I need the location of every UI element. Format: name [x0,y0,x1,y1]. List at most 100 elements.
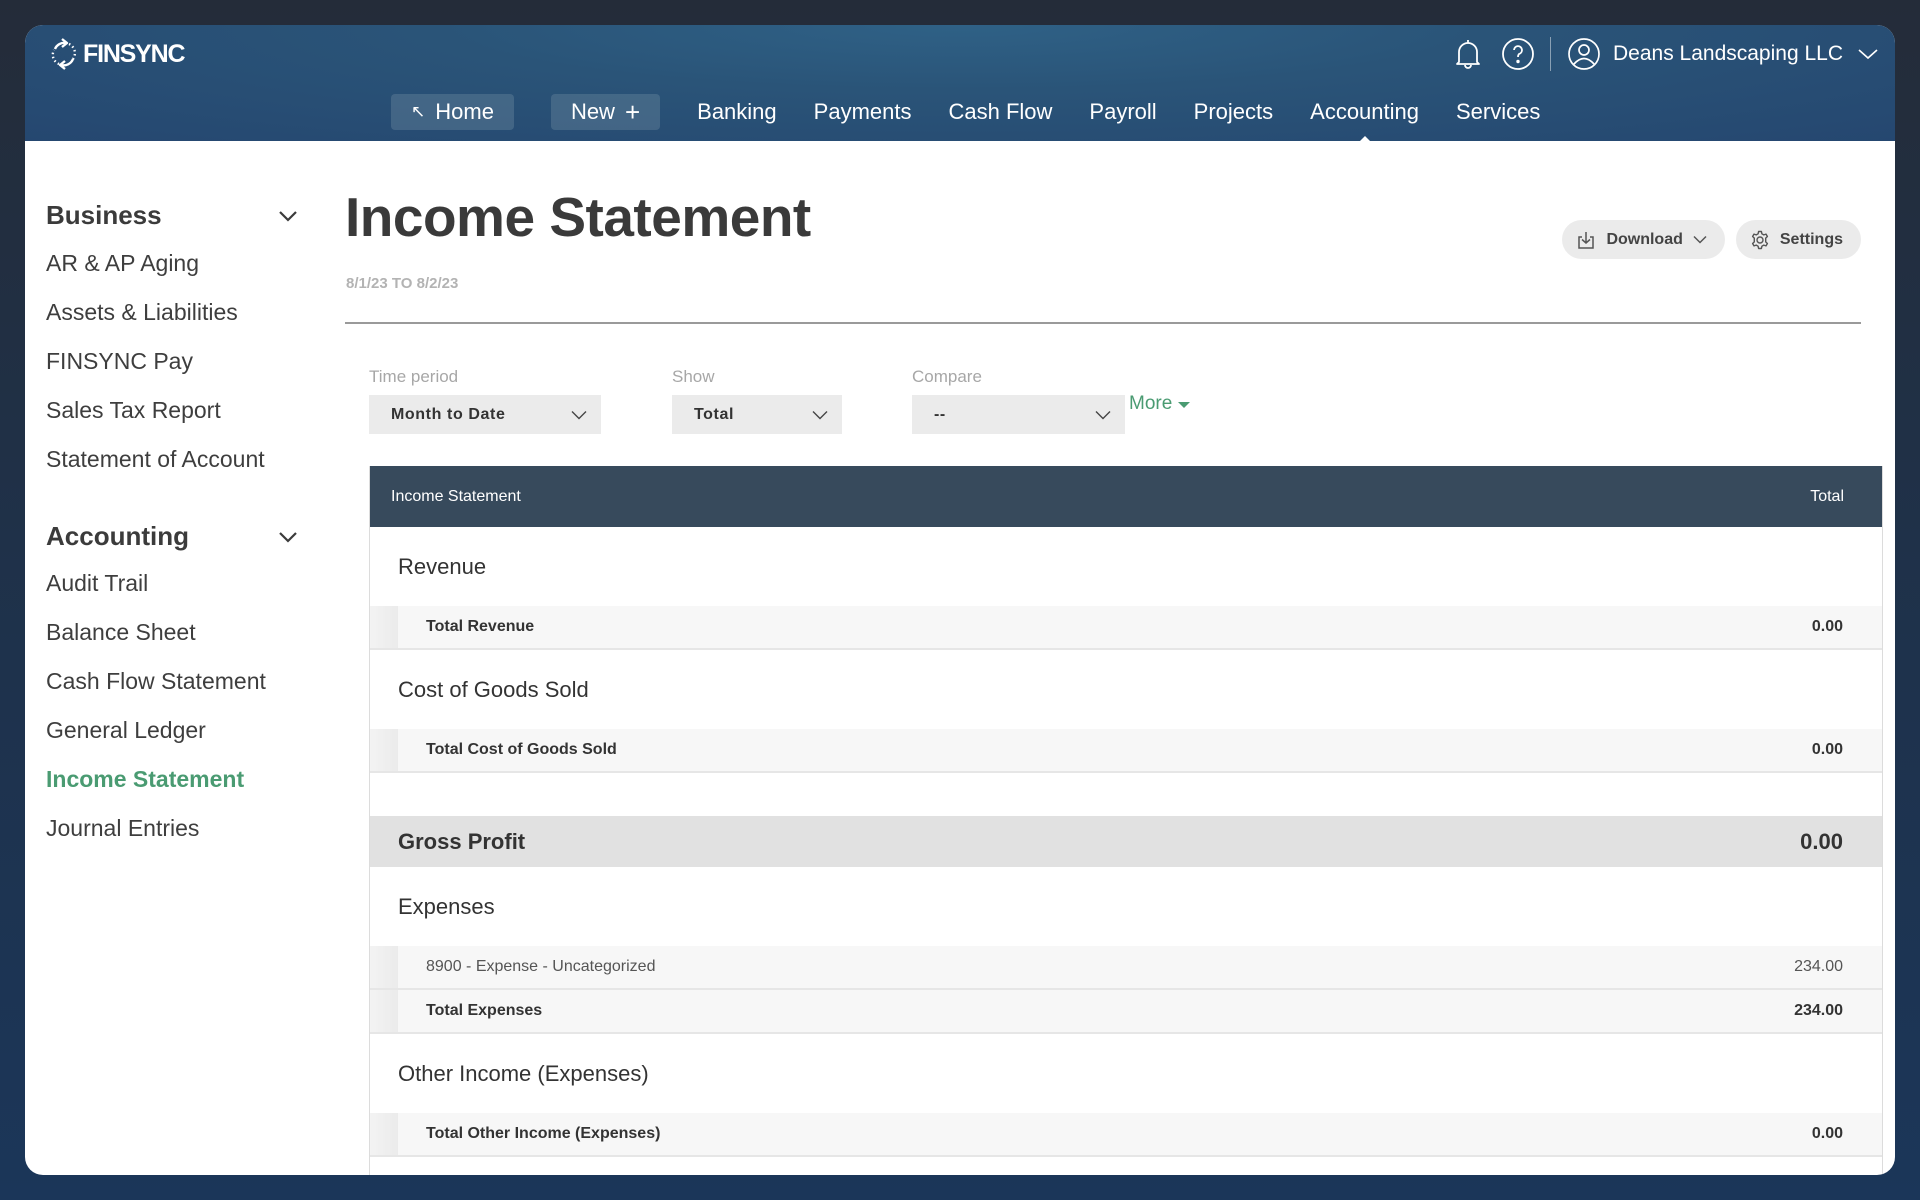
time-period-select[interactable]: Month to Date [369,395,601,434]
top-header: FINSYNC Deans Landscaping LLC ↖ Home New… [25,25,1895,141]
nav-home-button[interactable]: ↖ Home [391,94,514,130]
table-row-expense-line[interactable]: 8900 - Expense - Uncategorized 234.00 [370,946,1882,990]
chevron-down-icon [279,531,297,543]
sidebar-item-cash-flow-statement[interactable]: Cash Flow Statement [46,668,266,695]
help-circle-icon [1502,38,1534,70]
nav-accounting[interactable]: Accounting [1310,99,1419,125]
nav-new-button[interactable]: New + [550,94,661,130]
nav-payments[interactable]: Payments [814,99,912,125]
gear-icon [1751,230,1768,249]
report-actions: Download Settings [1562,220,1861,259]
nav-banking[interactable]: Banking [697,99,777,125]
show-select[interactable]: Total [672,395,842,434]
table-header-total: Total [1810,487,1844,505]
plus-icon: + [624,97,641,127]
time-period-label: Time period [369,367,459,386]
sidebar-group-business[interactable]: Business [46,200,298,231]
download-label: Download [1606,230,1683,248]
arrow-up-left-icon: ↖ [411,102,426,121]
download-button[interactable]: Download [1562,220,1725,259]
app-window: FINSYNC Deans Landscaping LLC ↖ Home New… [25,25,1895,1175]
sidebar-item-ar-ap-aging[interactable]: AR & AP Aging [46,250,199,277]
sidebar-item-sales-tax-report[interactable]: Sales Tax Report [46,397,221,424]
gross-profit-label: Gross Profit [398,828,526,854]
row-label: 8900 - Expense - Uncategorized [426,958,656,975]
sidebar-item-journal-entries[interactable]: Journal Entries [46,815,199,842]
compare-value: -- [934,405,946,423]
show-filter: Show Total [672,367,842,434]
nav-home-label: Home [435,99,494,124]
chevron-down-icon [279,210,297,222]
row-label: Total Expenses [426,1002,543,1019]
header-divider [1550,37,1551,71]
table-spacer [370,773,1882,816]
row-label: Total Cost of Goods Sold [426,741,617,758]
sidebar-group-title: Business [46,200,162,230]
main-nav: ↖ Home New + Banking Payments Cash Flow … [391,94,1577,130]
settings-label: Settings [1779,230,1843,248]
nav-payroll[interactable]: Payroll [1089,99,1156,125]
finsync-logo[interactable]: FINSYNC [49,37,186,71]
help-button[interactable] [1498,34,1538,74]
date-range: 8/1/23 TO 8/2/23 [346,275,459,292]
chevron-down-icon [1858,49,1878,60]
row-label: Total Other Income (Expenses) [426,1125,661,1142]
row-value: 234.00 [1794,1002,1843,1019]
sidebar-item-income-statement[interactable]: Income Statement [46,766,244,793]
more-label: More [1129,393,1173,414]
time-period-filter: Time period Month to Date [369,367,601,434]
sidebar-group-accounting[interactable]: Accounting [46,521,298,552]
show-label: Show [672,367,715,386]
page-title: Income Statement [345,186,811,248]
nav-services[interactable]: Services [1456,99,1540,125]
chevron-down-icon [571,410,587,419]
nav-projects[interactable]: Projects [1194,99,1273,125]
time-period-value: Month to Date [391,405,506,423]
logo-text: FINSYNC [83,39,186,68]
nav-new-label: New [570,99,615,124]
section-cogs: Cost of Goods Sold [398,676,589,702]
table-row-total-other-income[interactable]: Total Other Income (Expenses) 0.00 [370,1113,1882,1157]
chevron-down-icon [1095,410,1111,419]
caret-down-icon [1178,402,1191,408]
sidebar-item-assets-liabilities[interactable]: Assets & Liabilities [46,299,238,326]
row-label: Total Revenue [426,618,535,635]
user-circle-icon [1568,38,1600,70]
compare-label: Compare [912,367,982,386]
table-row-gross-profit: Gross Profit 0.00 [370,816,1882,867]
sidebar-group-title: Accounting [46,521,189,551]
bell-icon [1456,40,1480,69]
download-icon [1578,231,1595,249]
sidebar-item-finsync-pay[interactable]: FINSYNC Pay [46,348,193,375]
row-value: 0.00 [1811,741,1843,758]
chevron-down-icon [1693,235,1707,244]
sidebar-item-audit-trail[interactable]: Audit Trail [46,570,148,597]
table-header-title: Income Statement [391,487,521,505]
settings-button[interactable]: Settings [1735,220,1861,259]
account-menu[interactable]: Deans Landscaping LLC [1567,37,1879,71]
row-value: 234.00 [1794,958,1843,975]
sync-icon [51,38,77,70]
sidebar-item-general-ledger[interactable]: General Ledger [46,717,206,744]
more-filters-button[interactable]: More [1129,393,1191,415]
compare-select[interactable]: -- [912,395,1125,434]
compare-filter: Compare -- [912,367,1125,434]
table-row-total-cogs[interactable]: Total Cost of Goods Sold 0.00 [370,729,1882,773]
nav-cash-flow[interactable]: Cash Flow [948,99,1052,125]
header-actions: Deans Landscaping LLC [1448,33,1879,75]
notifications-button[interactable] [1448,34,1488,74]
account-name: Deans Landscaping LLC [1613,42,1843,65]
table-row-total-expenses[interactable]: Total Expenses 234.00 [370,990,1882,1034]
sidebar-item-balance-sheet[interactable]: Balance Sheet [46,619,196,646]
table-footer [370,1157,1882,1175]
row-value: 0.00 [1811,618,1843,635]
row-value: 0.00 [1811,1125,1843,1142]
table-row-total-revenue[interactable]: Total Revenue 0.00 [370,606,1882,650]
gross-profit-value: 0.00 [1800,828,1843,854]
sidebar-item-statement-of-account[interactable]: Statement of Account [46,446,265,473]
section-expenses: Expenses [398,893,495,919]
section-revenue: Revenue [398,553,487,579]
chevron-down-icon [812,410,828,419]
section-other-income: Other Income (Expenses) [398,1060,649,1086]
show-value: Total [694,405,735,423]
